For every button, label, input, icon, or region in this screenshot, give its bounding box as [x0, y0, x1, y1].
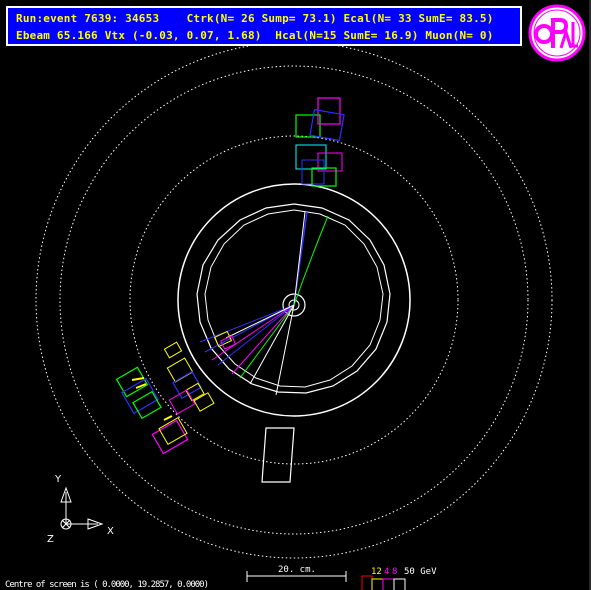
hcal-cluster [309, 108, 345, 142]
energy-scale: 12 4 8 50 GeV [361, 567, 437, 590]
jet-chamber-outer [196, 203, 391, 394]
screen-centre-text: Centre of screen is ( 0.0000, 19.2857, 0… [5, 580, 209, 590]
hcal-tower [261, 427, 295, 483]
axis-label-x: X [107, 526, 114, 537]
ecal-cluster [301, 159, 325, 185]
axes-indicator: Y X Z [47, 474, 114, 545]
ecal-cluster [193, 392, 215, 412]
cluster-bar [163, 415, 173, 421]
scale-bar: 20. cm. [246, 565, 347, 582]
ecal-cluster [163, 341, 183, 359]
event-info-panel: Run:event 7639: 34653 Ctrk(N= 26 Sump= 7… [6, 6, 522, 46]
track [275, 304, 295, 396]
axis-label-y: Y [54, 474, 62, 485]
hcal-cluster [115, 366, 149, 398]
hcal-cluster [132, 390, 162, 420]
cluster-bar [131, 377, 145, 381]
energy-scale-12: 12 [371, 567, 382, 577]
energy-scale-unit: 50 GeV [404, 567, 437, 577]
track [231, 304, 295, 375]
energy-scale-4: 4 [384, 567, 389, 577]
jet-chamber-inner [204, 209, 384, 388]
scale-bar-label: 20. cm. [278, 565, 316, 575]
ecal-cluster [185, 382, 205, 402]
energy-scale-8: 8 [392, 567, 397, 577]
event-summary-line-2: Ebeam 65.166 Vtx (-0.03, 0.07, 1.68) Hca… [16, 29, 494, 42]
ecal-cluster [295, 114, 321, 138]
event-summary-line-1: Run:event 7639: 34653 Ctrk(N= 26 Sump= 7… [16, 12, 494, 25]
track [225, 304, 295, 339]
ecal-cluster [295, 144, 327, 170]
event-display: Y X Z 20. cm. 12 4 8 50 GeV Centre of sc… [5, 0, 591, 590]
opal-logo [528, 4, 586, 62]
axis-label-z: Z [47, 534, 54, 545]
